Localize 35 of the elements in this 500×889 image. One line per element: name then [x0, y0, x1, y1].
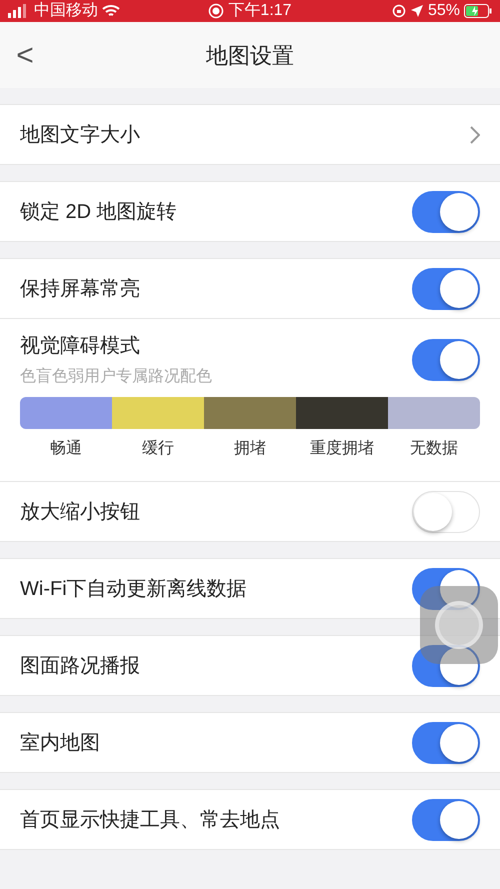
legend-label: 重度拥堵	[310, 438, 374, 459]
row-label: 室内地图	[20, 730, 101, 756]
toggle-switch[interactable]	[412, 722, 480, 764]
toggle-switch[interactable]	[412, 798, 480, 840]
rotation-lock-icon	[392, 4, 406, 18]
row-subtitle: 色盲色弱用户专属路况配色	[20, 366, 213, 387]
location-arrow-icon	[410, 4, 424, 18]
row-label: 地图文字大小	[20, 122, 141, 148]
back-button[interactable]: <	[0, 22, 50, 88]
row-label: 放大缩小按钮	[20, 500, 141, 524]
assistive-touch-button[interactable]	[420, 586, 498, 664]
legend-label: 缓行	[142, 438, 174, 459]
toggle-switch[interactable]	[412, 644, 480, 686]
page-title: 地图设置	[206, 42, 294, 70]
legend-label: 无数据	[410, 439, 458, 459]
settings-row[interactable]: 地图文字大小	[0, 105, 500, 164]
carrier-text: 中国移动	[34, 0, 98, 21]
toggle-switch[interactable]	[412, 268, 480, 310]
row-label: 首页显示快捷工具、常去地点	[20, 808, 281, 832]
time-text: 下午1:17	[228, 1, 292, 21]
chevron-right-icon	[470, 126, 480, 144]
toggle-switch[interactable]	[412, 190, 480, 232]
record-icon	[208, 3, 224, 19]
legend-label: 畅通	[50, 438, 82, 459]
row-label: Wi-Fi下自动更新离线数据	[20, 576, 248, 602]
row-label: 保持屏幕常亮	[20, 276, 141, 302]
legend-label: 拥堵	[234, 438, 266, 459]
wifi-icon	[102, 4, 120, 18]
toggle-switch[interactable]	[412, 568, 480, 610]
row-label: 锁定 2D 地图旋转	[20, 200, 178, 224]
row-label: 图面路况播报	[20, 654, 141, 678]
battery-text: 55%	[428, 1, 460, 21]
toggle-switch[interactable]	[412, 339, 480, 381]
row-label: 视觉障碍模式	[20, 334, 141, 359]
battery-icon	[464, 4, 492, 18]
